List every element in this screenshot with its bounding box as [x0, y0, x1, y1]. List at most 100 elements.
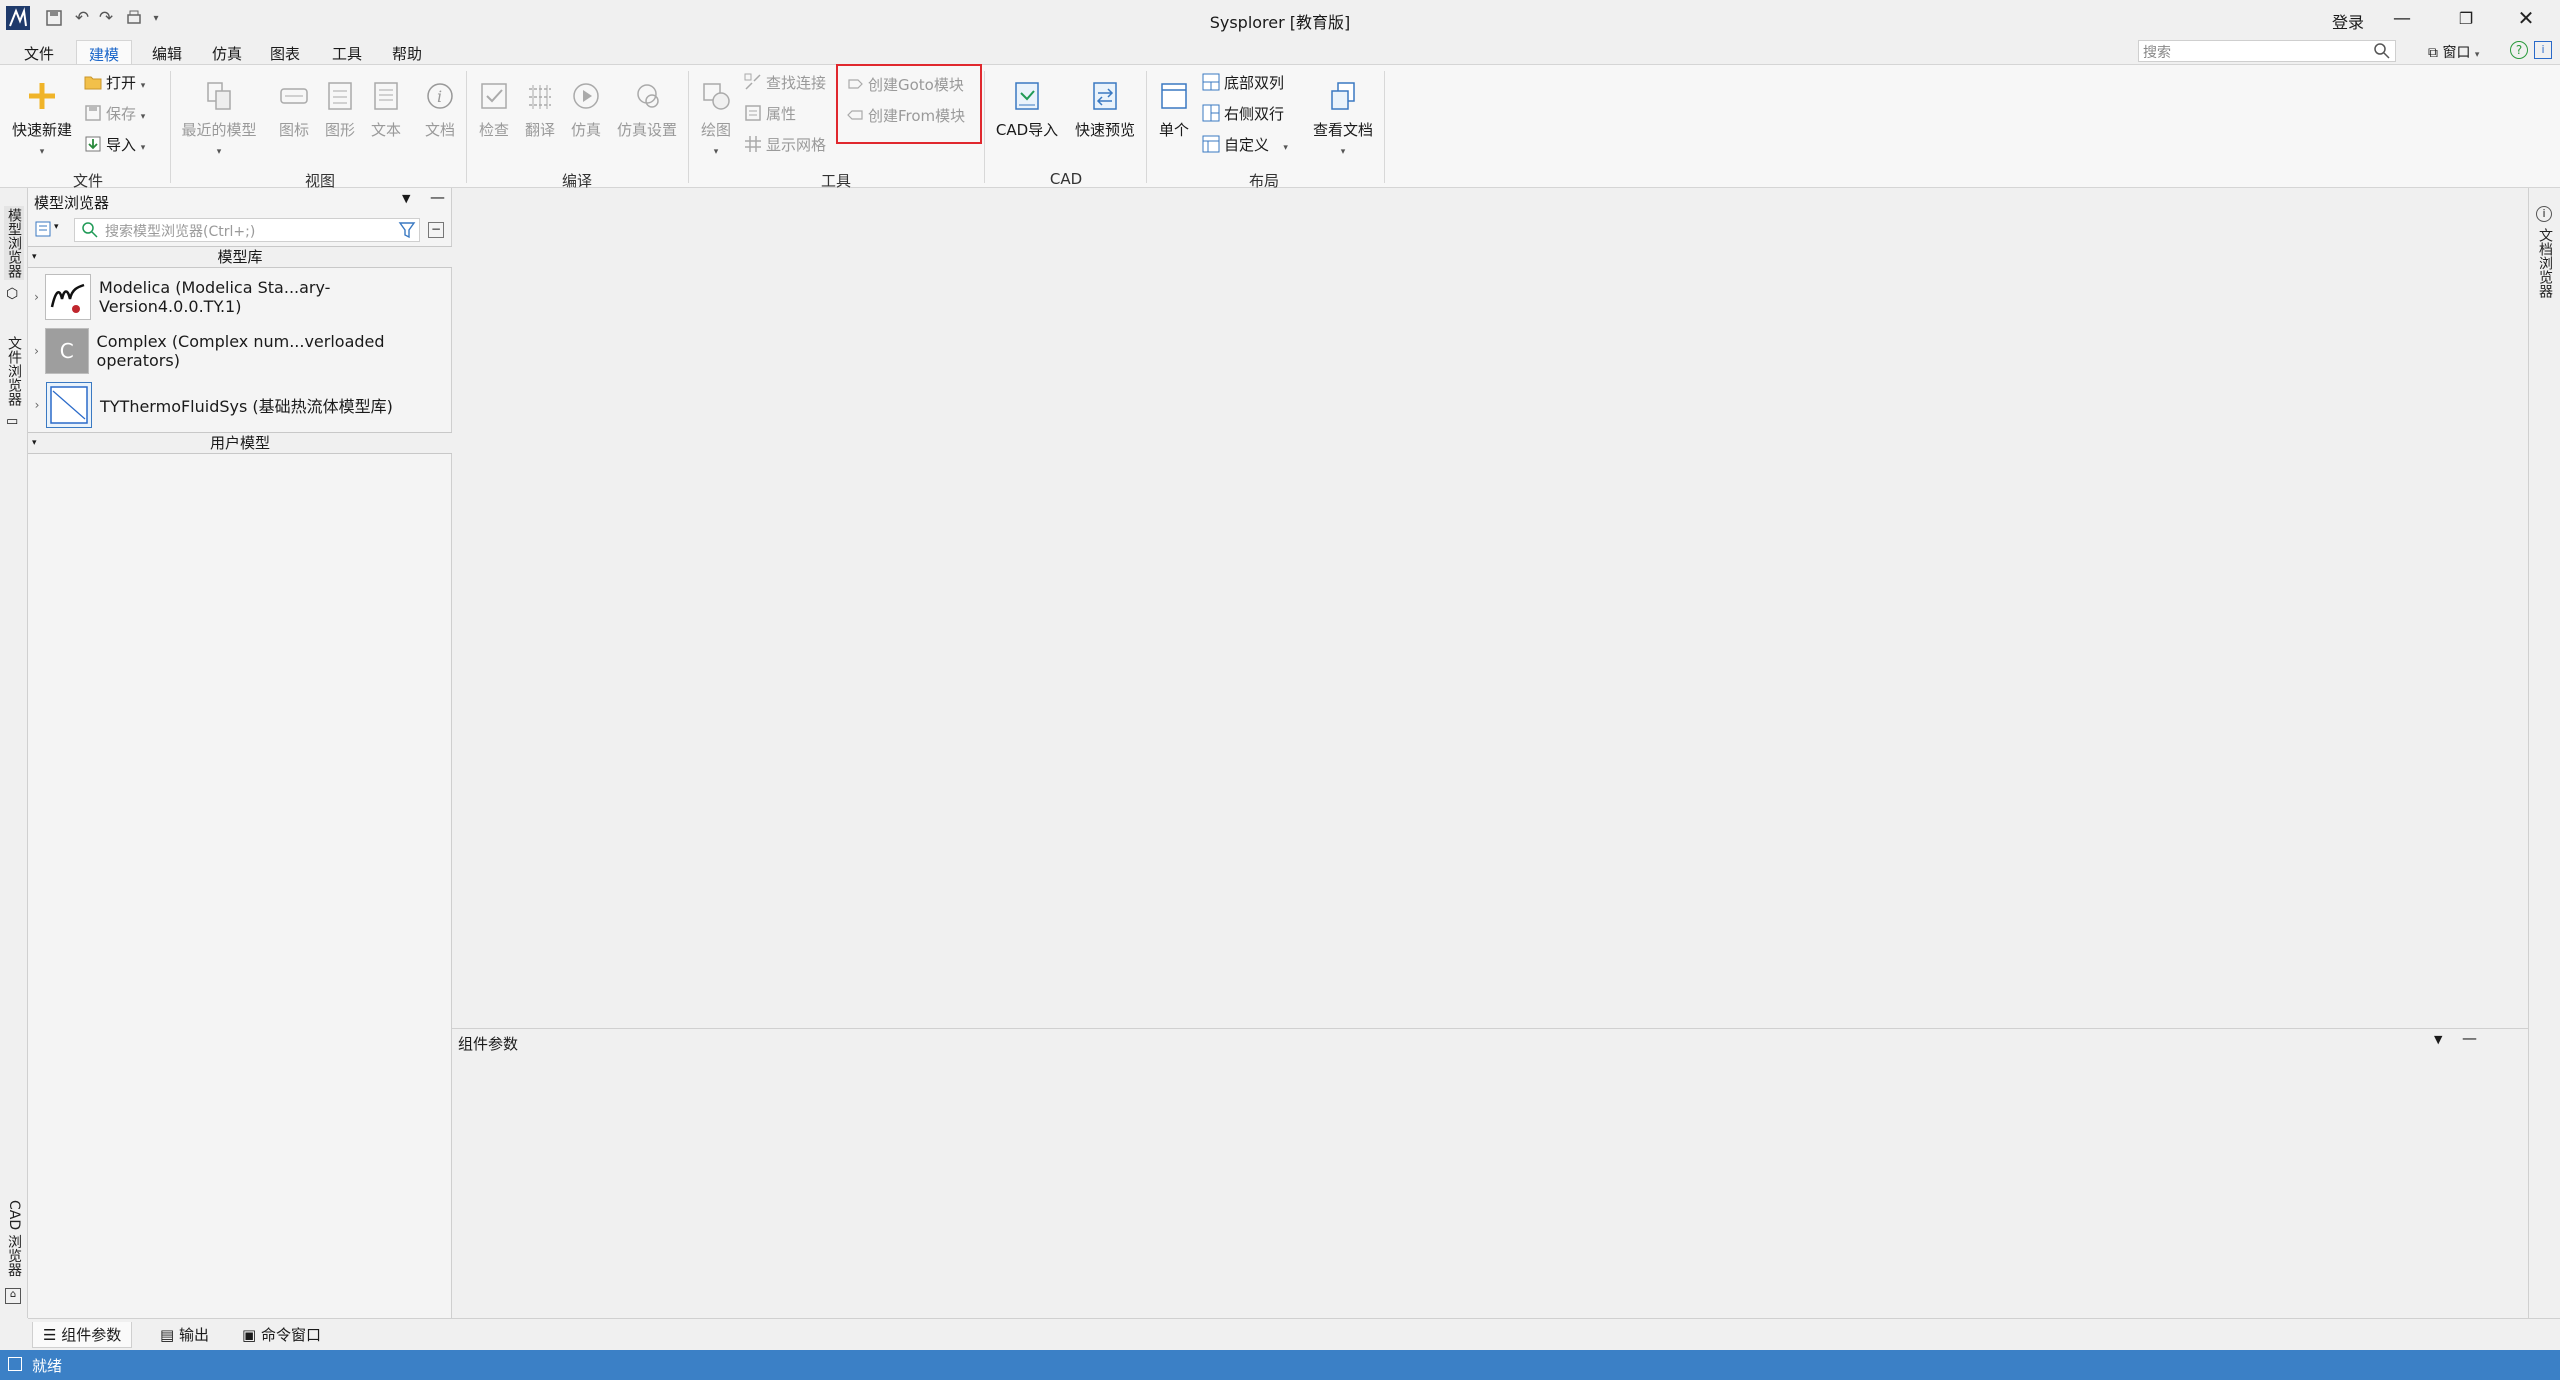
help-icon[interactable]: ?: [2510, 41, 2528, 59]
group-separator: [466, 71, 467, 183]
doc-view-button[interactable]: i 文档: [418, 79, 462, 140]
info-icon: i: [2536, 206, 2552, 222]
tab-command-window[interactable]: ▣ 命令窗口: [232, 1322, 331, 1348]
chevron-down-icon: ▾: [39, 147, 45, 157]
cad-import-icon: [1015, 82, 1039, 110]
draw-label: 绘图: [700, 121, 731, 139]
chevron-down-icon[interactable]: ▾: [54, 222, 59, 232]
panel-menu-icon[interactable]: ▼: [2434, 1033, 2442, 1046]
list-icon: ☰: [43, 1326, 57, 1344]
layout-bottom-two-columns-button[interactable]: 底部双列: [1202, 72, 1284, 94]
quick-preview-button[interactable]: 快速预览: [1070, 79, 1140, 140]
sim-settings-button[interactable]: 仿真设置: [612, 79, 682, 140]
open-button[interactable]: 打开 ▾: [84, 72, 145, 94]
group-separator: [1146, 71, 1147, 183]
panel-minimize-icon[interactable]: —: [2462, 1029, 2477, 1047]
quick-new-button[interactable]: 快速新建 ▾: [8, 79, 76, 158]
layout-custom-button[interactable]: 自定义 ▾: [1202, 134, 1288, 156]
doc-view-label: 文档: [424, 121, 455, 139]
diagram-view-icon: [328, 82, 352, 110]
window-menu-button[interactable]: ⧉ 窗口 ▾: [2428, 42, 2479, 62]
restore-button[interactable]: ❐: [2446, 4, 2486, 32]
cad-browser-side-tab[interactable]: CAD 浏览器: [4, 1200, 24, 1277]
menu-help[interactable]: 帮助: [380, 40, 434, 64]
menu-file[interactable]: 文件: [12, 40, 66, 64]
check-button[interactable]: 检查: [472, 79, 516, 140]
thermofluid-icon: [46, 382, 92, 428]
layout-custom-label: 自定义: [1224, 136, 1270, 154]
layout-right-label: 右侧双行: [1224, 105, 1285, 123]
folder-icon: [84, 76, 102, 90]
menu-tools[interactable]: 工具: [320, 40, 374, 64]
model-browser-side-tab[interactable]: 模型浏览器: [4, 206, 24, 280]
layout-right-two-rows-button[interactable]: 右侧双行: [1202, 103, 1284, 125]
left-side-strip: 模型浏览器 ⬡ 文件浏览器 ▭ CAD 浏览器 ⌂: [0, 188, 28, 1318]
doc-browser-side-label: 文档浏览器: [2537, 228, 2553, 298]
plus-icon: [29, 83, 55, 109]
translate-button[interactable]: 翻译: [518, 79, 562, 140]
import-button[interactable]: 导入 ▾: [84, 134, 145, 156]
model-browser-panel: 模型浏览器 ▼ — ▾ 搜索模型浏览器(Ctrl+;) − ▾ 模型库 › Mo…: [28, 188, 452, 1318]
icon-view-button[interactable]: 图标: [272, 79, 316, 140]
chevron-down-icon: ▾: [32, 252, 37, 262]
user-models-section-header[interactable]: ▾ 用户模型: [28, 432, 452, 454]
global-search-input[interactable]: 搜索: [2138, 40, 2396, 62]
search-placeholder: 搜索: [2143, 45, 2171, 61]
group-label-cad: CAD: [1049, 170, 1083, 188]
menu-edit[interactable]: 编辑: [140, 40, 194, 64]
tab-label: 命令窗口: [260, 1326, 321, 1344]
show-grid-button[interactable]: 显示网格: [744, 134, 826, 156]
view-doc-button[interactable]: 查看文档 ▾: [1308, 79, 1378, 158]
draw-button[interactable]: 绘图 ▾: [694, 79, 738, 158]
menu-chart[interactable]: 图表: [258, 40, 312, 64]
panel-menu-icon[interactable]: ▼: [402, 192, 410, 205]
properties-label: 属性: [766, 105, 797, 123]
highlight-box: [836, 64, 982, 144]
save-button[interactable]: 保存 ▾: [84, 103, 145, 125]
list-view-icon[interactable]: [34, 220, 52, 242]
model-search-placeholder: 搜索模型浏览器(Ctrl+;): [105, 224, 256, 240]
file-browser-side-label: 文件浏览器: [6, 336, 22, 406]
library-section-header[interactable]: ▾ 模型库: [28, 246, 452, 268]
cad-browser-side-label: CAD 浏览器: [6, 1200, 22, 1277]
close-button[interactable]: ✕: [2506, 4, 2546, 32]
main-canvas[interactable]: [452, 188, 2528, 1028]
diagram-view-button[interactable]: 图形: [318, 79, 362, 140]
library-item-tythermofluidsys[interactable]: › TYThermoFluidSys (基础热流体模型库): [28, 378, 452, 432]
right-side-strip: i 文档浏览器: [2528, 188, 2560, 1318]
panel-minimize-icon[interactable]: —: [430, 188, 445, 206]
group-separator: [688, 71, 689, 183]
properties-button[interactable]: 属性: [744, 103, 796, 125]
user-models-section-label: 用户模型: [209, 434, 270, 452]
translate-icon: [529, 85, 551, 109]
text-view-icon: [374, 82, 398, 110]
doc-browser-side-tab[interactable]: 文档浏览器: [2535, 228, 2555, 298]
filter-icon[interactable]: [398, 220, 418, 244]
library-item-modelica[interactable]: › Modelica (Modelica Sta...ary-Version4.…: [28, 270, 452, 324]
model-browser-title: 模型浏览器: [34, 194, 110, 212]
layout-single-button[interactable]: 单个: [1152, 79, 1196, 140]
layout-custom-icon: [1202, 135, 1220, 153]
chevron-down-icon: ▾: [140, 81, 146, 91]
library-item-complex[interactable]: › C Complex (Complex num...verloaded ope…: [28, 324, 452, 378]
text-view-label: 文本: [370, 121, 401, 139]
status-bar: 就绪: [0, 1350, 2560, 1380]
minimize-button[interactable]: —: [2382, 4, 2422, 32]
cad-import-button[interactable]: CAD导入: [992, 79, 1062, 140]
login-link[interactable]: 登录: [2332, 9, 2364, 33]
translate-label: 翻译: [524, 121, 555, 139]
menu-simulate[interactable]: 仿真: [200, 40, 254, 64]
recent-models-button[interactable]: 最近的模型 ▾: [176, 79, 262, 158]
save-icon: [85, 105, 101, 121]
folder-icon: ▭: [6, 414, 19, 429]
menu-modeling[interactable]: 建模: [76, 40, 133, 64]
info-icon[interactable]: i: [2534, 41, 2552, 59]
tab-output[interactable]: ▤ 输出: [150, 1322, 219, 1348]
model-search-input[interactable]: 搜索模型浏览器(Ctrl+;): [74, 218, 420, 242]
collapse-all-icon[interactable]: −: [428, 222, 444, 238]
find-connection-button[interactable]: 查找连接: [744, 72, 826, 94]
simulate-button[interactable]: 仿真: [564, 79, 608, 140]
text-view-button[interactable]: 文本: [364, 79, 408, 140]
file-browser-side-tab[interactable]: 文件浏览器: [4, 336, 24, 406]
tab-component-params[interactable]: ☰ 组件参数: [32, 1322, 133, 1348]
